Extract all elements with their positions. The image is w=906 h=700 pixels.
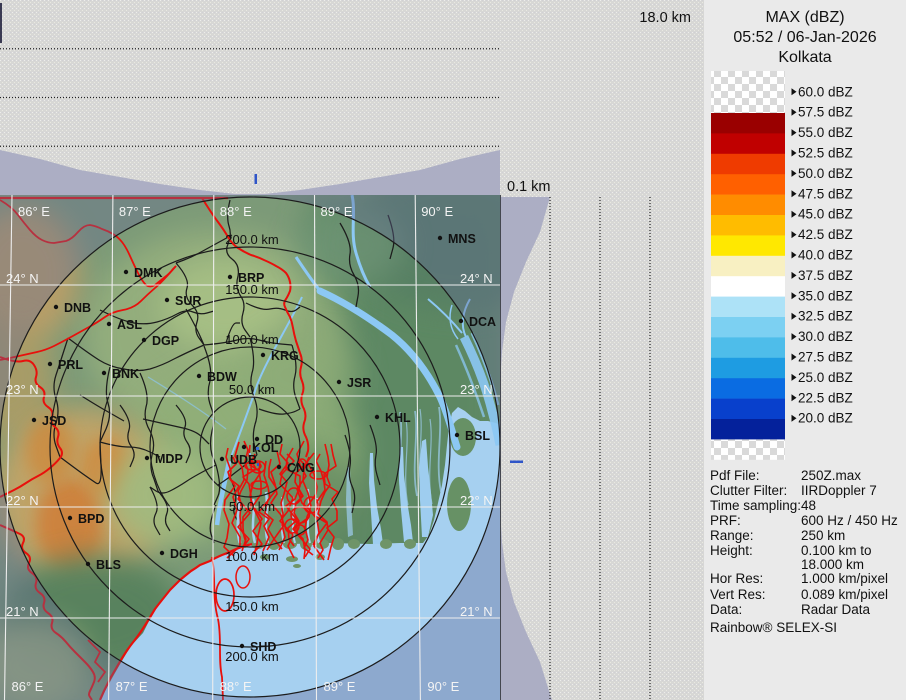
svg-text:24° N: 24° N <box>460 271 493 286</box>
svg-text:20.0 dBZ: 20.0 dBZ <box>798 411 853 426</box>
svg-text:30.0 dBZ: 30.0 dBZ <box>798 329 853 344</box>
svg-text:PRL: PRL <box>58 358 83 372</box>
svg-text:89° E: 89° E <box>321 204 353 219</box>
svg-text:35.0 dBZ: 35.0 dBZ <box>798 288 853 303</box>
svg-text:40.0 dBZ: 40.0 dBZ <box>798 248 853 263</box>
svg-text:Rainbow® SELEX-SI: Rainbow® SELEX-SI <box>710 620 837 635</box>
svg-text:18.000 km: 18.000 km <box>801 557 864 572</box>
svg-text:DMK: DMK <box>134 266 162 280</box>
svg-text:88° E: 88° E <box>220 204 252 219</box>
svg-text:42.5 dBZ: 42.5 dBZ <box>798 227 853 242</box>
svg-text:KRG: KRG <box>271 349 299 363</box>
svg-text:32.5 dBZ: 32.5 dBZ <box>798 309 853 324</box>
svg-text:22° N: 22° N <box>6 493 39 508</box>
svg-text:Radar Data: Radar Data <box>801 602 871 617</box>
svg-text:Kolkata: Kolkata <box>778 49 831 66</box>
svg-text:BDW: BDW <box>207 370 237 384</box>
svg-text:Clutter Filter:: Clutter Filter: <box>710 483 787 498</box>
svg-text:250 km: 250 km <box>801 528 845 543</box>
svg-text:1.000 km/pixel: 1.000 km/pixel <box>801 571 888 586</box>
svg-text:60.0 dBZ: 60.0 dBZ <box>798 84 853 99</box>
svg-text:DCA: DCA <box>469 315 496 329</box>
svg-text:200.0 km: 200.0 km <box>225 232 278 247</box>
svg-text:87° E: 87° E <box>116 679 148 694</box>
svg-text:86° E: 86° E <box>18 204 50 219</box>
svg-text:27.5 dBZ: 27.5 dBZ <box>798 350 853 365</box>
svg-text:88° E: 88° E <box>220 679 252 694</box>
svg-text:KHL: KHL <box>385 411 411 425</box>
svg-text:BPD: BPD <box>78 512 104 526</box>
svg-text:Height:: Height: <box>710 543 753 558</box>
svg-text:18.0 km: 18.0 km <box>639 10 691 26</box>
svg-text:250Z.max: 250Z.max <box>801 468 861 483</box>
svg-text:23° N: 23° N <box>6 382 39 397</box>
svg-text:87° E: 87° E <box>119 204 151 219</box>
svg-text:100.0 km: 100.0 km <box>225 332 278 347</box>
svg-text:24° N: 24° N <box>6 271 39 286</box>
svg-text:Hor Res:: Hor Res: <box>710 571 763 586</box>
svg-text:SUR: SUR <box>175 294 201 308</box>
svg-text:UDB: UDB <box>230 453 257 467</box>
svg-text:Vert Res:: Vert Res: <box>710 587 766 602</box>
svg-text:23° N: 23° N <box>460 382 493 397</box>
svg-text:50.0 dBZ: 50.0 dBZ <box>798 166 853 181</box>
svg-text:DGP: DGP <box>152 334 179 348</box>
svg-text:Data:: Data: <box>710 602 742 617</box>
svg-text:25.0 dBZ: 25.0 dBZ <box>798 370 853 385</box>
svg-text:90° E: 90° E <box>421 204 453 219</box>
svg-text:57.5 dBZ: 57.5 dBZ <box>798 105 853 120</box>
svg-text:DGH: DGH <box>170 547 198 561</box>
svg-text:86° E: 86° E <box>12 679 44 694</box>
svg-text:50.0 km: 50.0 km <box>229 382 275 397</box>
svg-text:Time sampling:: Time sampling: <box>710 498 801 513</box>
svg-text:90° E: 90° E <box>427 679 459 694</box>
svg-text:45.0 dBZ: 45.0 dBZ <box>798 207 853 222</box>
svg-text:600 Hz / 450 Hz: 600 Hz / 450 Hz <box>801 513 898 528</box>
svg-text:BSL: BSL <box>465 429 490 443</box>
svg-text:150.0 km: 150.0 km <box>225 599 278 614</box>
svg-text:52.5 dBZ: 52.5 dBZ <box>798 146 853 161</box>
svg-text:MNS: MNS <box>448 232 476 246</box>
svg-text:0.100 km to: 0.100 km to <box>801 543 872 558</box>
svg-text:IIRDoppler 7: IIRDoppler 7 <box>801 483 877 498</box>
svg-text:100.0 km: 100.0 km <box>225 549 278 564</box>
svg-text:47.5 dBZ: 47.5 dBZ <box>798 186 853 201</box>
svg-text:JSR: JSR <box>347 376 371 390</box>
svg-text:50.0 km: 50.0 km <box>229 499 275 514</box>
svg-text:21° N: 21° N <box>460 604 493 619</box>
svg-text:ASL: ASL <box>117 318 142 332</box>
svg-text:55.0 dBZ: 55.0 dBZ <box>798 125 853 140</box>
svg-text:0.1 km: 0.1 km <box>507 179 551 195</box>
svg-text:48: 48 <box>801 498 816 513</box>
svg-text:BRP: BRP <box>238 271 264 285</box>
svg-text:37.5 dBZ: 37.5 dBZ <box>798 268 853 283</box>
svg-text:Range:: Range: <box>710 528 754 543</box>
svg-text:JSD: JSD <box>42 414 66 428</box>
svg-text:22.5 dBZ: 22.5 dBZ <box>798 390 853 405</box>
svg-text:Pdf File:: Pdf File: <box>710 468 760 483</box>
svg-text:SHD: SHD <box>250 640 276 654</box>
svg-text:MAX (dBZ): MAX (dBZ) <box>765 9 844 26</box>
svg-text:05:52 / 06-Jan-2026: 05:52 / 06-Jan-2026 <box>733 29 876 46</box>
svg-text:MDP: MDP <box>155 452 183 466</box>
svg-text:0.089 km/pixel: 0.089 km/pixel <box>801 587 888 602</box>
svg-text:89° E: 89° E <box>324 679 356 694</box>
svg-text:21° N: 21° N <box>6 604 39 619</box>
svg-text:CNG: CNG <box>287 461 315 475</box>
svg-text:DNB: DNB <box>64 301 91 315</box>
svg-text:BLS: BLS <box>96 558 121 572</box>
svg-text:22° N: 22° N <box>460 493 493 508</box>
svg-text:PRF:: PRF: <box>710 513 741 528</box>
svg-text:BNK: BNK <box>112 367 139 381</box>
